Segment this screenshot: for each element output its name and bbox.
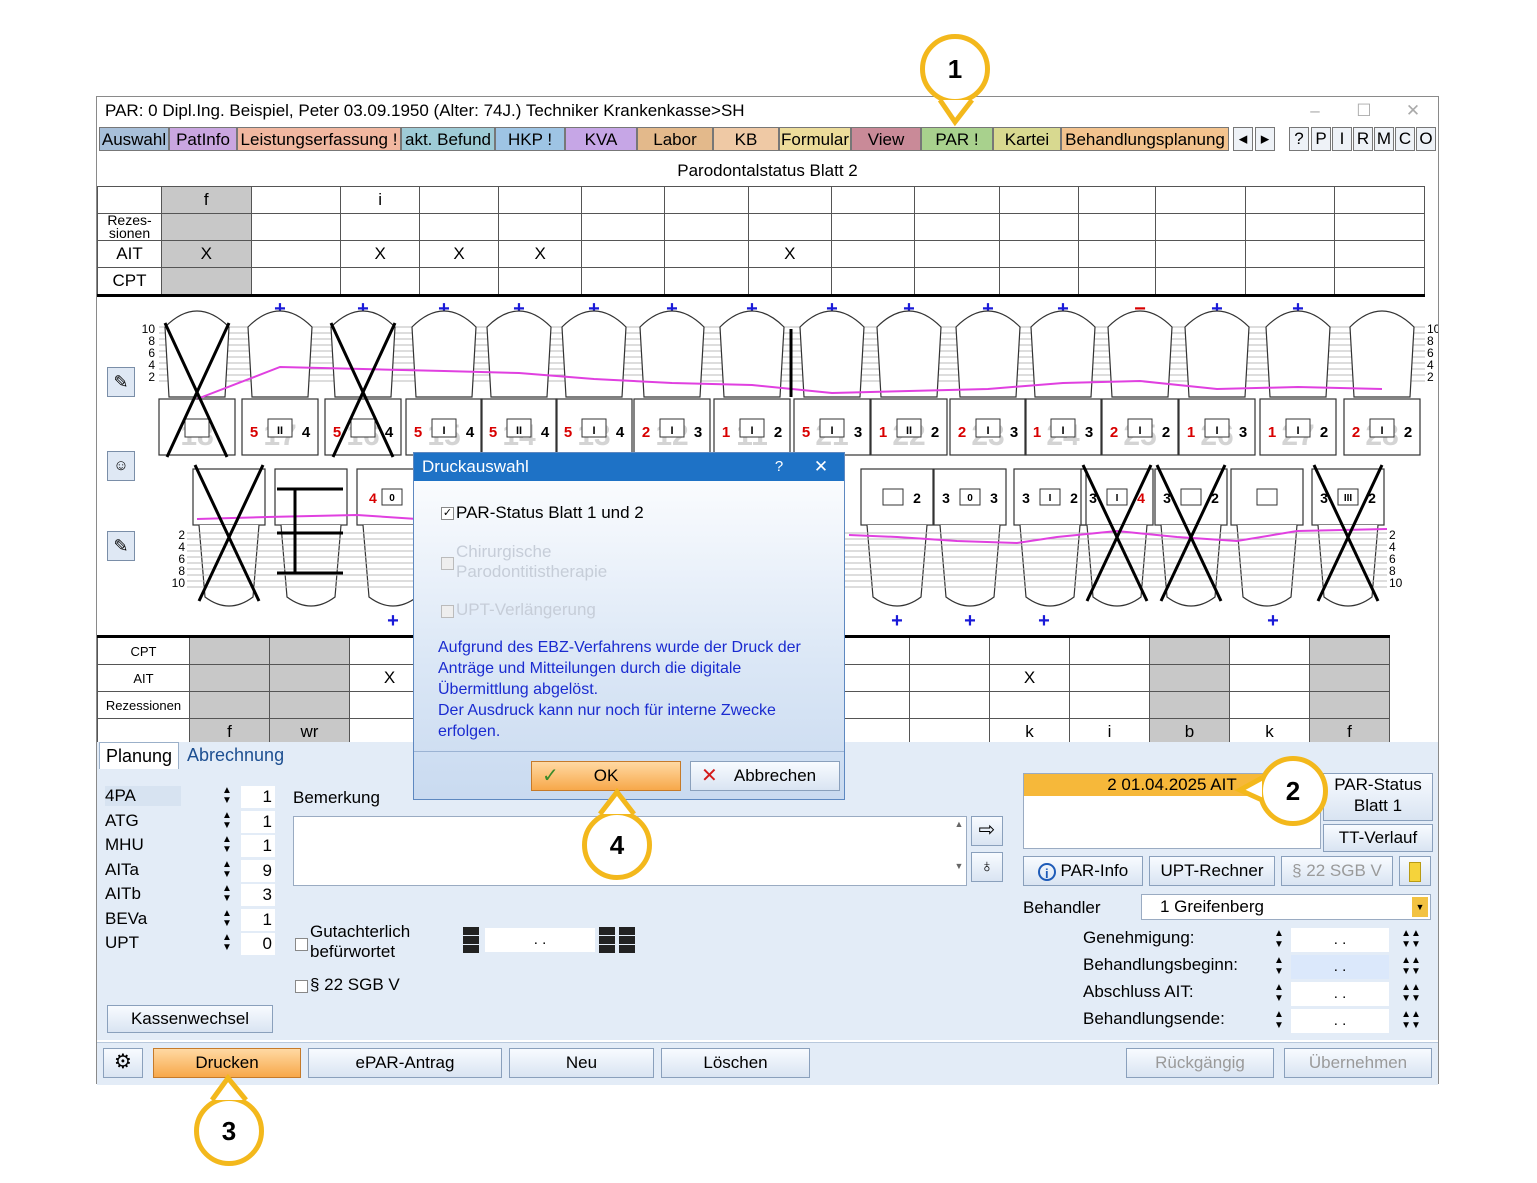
callout-pointers [209,98,1264,1102]
